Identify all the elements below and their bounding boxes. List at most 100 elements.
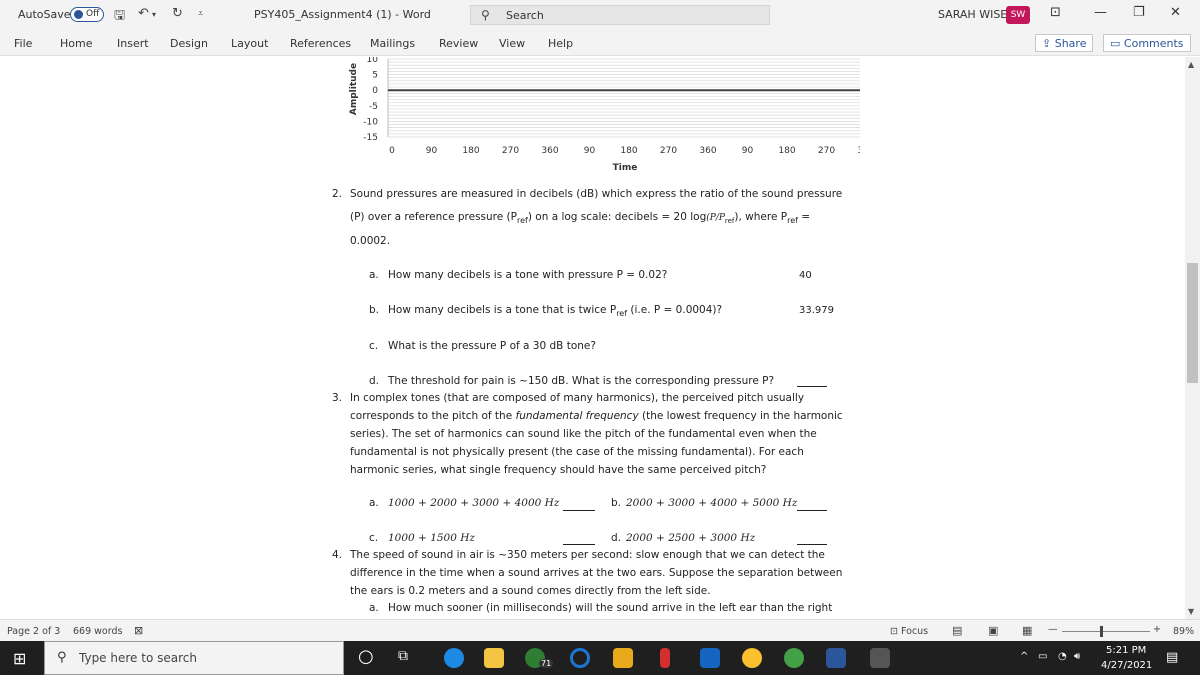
edge-icon[interactable] bbox=[444, 648, 464, 668]
windows-start-icon[interactable]: ⊞ bbox=[13, 649, 26, 668]
q4-line3: the ears is 0.2 meters and a sound comes… bbox=[350, 585, 711, 597]
qb-text2: (i.e. P = 0.0004)? bbox=[627, 304, 723, 316]
h-a-letter: a. bbox=[369, 497, 379, 509]
tab-help[interactable]: Help bbox=[548, 37, 573, 50]
undo-dropdown-icon[interactable]: ▾ bbox=[152, 10, 156, 19]
volume-icon[interactable]: 🔊︎ bbox=[1074, 651, 1080, 662]
minimize-icon[interactable]: — bbox=[1094, 5, 1107, 20]
amplitude-chart: 10 5 0 -5 -10 -15 0 90 180 270 360 90 180 270 360 90 180… bbox=[349, 57, 860, 173]
y-tick-label: -10 bbox=[363, 117, 378, 127]
proofing-icon[interactable]: ⊠ bbox=[134, 624, 143, 637]
restore-icon[interactable]: ❐ bbox=[1133, 5, 1145, 20]
redo-icon[interactable]: ↻ bbox=[172, 6, 183, 21]
tab-layout[interactable]: Layout bbox=[231, 37, 268, 50]
scroll-up-icon[interactable]: ▲ bbox=[1188, 60, 1194, 69]
tab-references[interactable]: References bbox=[290, 37, 351, 50]
q4-line1: The speed of sound in air is ~350 meters… bbox=[350, 549, 825, 561]
zoom-in-icon[interactable]: + bbox=[1153, 624, 1161, 635]
wifi-icon[interactable]: ◔ bbox=[1058, 651, 1067, 662]
qc-letter: c. bbox=[369, 340, 379, 352]
h-a-answer-blank[interactable] bbox=[563, 510, 595, 511]
battery-icon[interactable]: ▭ bbox=[1038, 651, 1047, 662]
print-layout-icon[interactable]: ▣ bbox=[988, 624, 998, 637]
qb-answer[interactable]: 33.979 bbox=[799, 305, 834, 316]
tab-file[interactable]: File bbox=[14, 37, 32, 50]
alert-app-icon[interactable] bbox=[784, 648, 804, 668]
y-tick-label: 10 bbox=[367, 57, 379, 65]
focus-icon: ⊡ bbox=[890, 626, 898, 637]
q2-line2g: ref bbox=[787, 216, 798, 226]
vertical-scrollbar[interactable]: ▲ ▼ bbox=[1185, 57, 1200, 619]
chrome-icon[interactable] bbox=[742, 648, 762, 668]
q2-line1: Sound pressures are measured in decibels… bbox=[350, 188, 843, 200]
taskbar-search[interactable]: ⚲ Type here to search bbox=[44, 641, 344, 675]
action-center-icon[interactable]: ▤ bbox=[1166, 650, 1178, 665]
comments-button[interactable]: ▭ Comments bbox=[1103, 34, 1191, 52]
h-d-answer-blank[interactable] bbox=[797, 544, 827, 545]
user-name[interactable]: SARAH WISE bbox=[938, 8, 1007, 21]
customize-toolbar-icon[interactable]: ⩡ bbox=[198, 9, 203, 19]
zoom-level[interactable]: 89% bbox=[1173, 626, 1194, 637]
photos-icon[interactable] bbox=[613, 648, 633, 668]
status-bar: Page 2 of 3 669 words ⊠ ⊡ Focus ▤ ▣ ▦ — … bbox=[0, 619, 1200, 641]
q2-number: 2. bbox=[332, 188, 343, 200]
qa-text: How many decibels is a tone with pressur… bbox=[388, 269, 668, 281]
qd-answer-blank[interactable] bbox=[797, 386, 827, 387]
x-tick-label: 180 bbox=[462, 146, 479, 156]
tab-home[interactable]: Home bbox=[60, 37, 92, 50]
word-icon[interactable] bbox=[826, 648, 846, 668]
avatar[interactable]: SW bbox=[1006, 6, 1030, 24]
ribbon-tabs: File Home Insert Design Layout Reference… bbox=[0, 30, 1200, 56]
close-icon[interactable]: ✕ bbox=[1170, 5, 1181, 20]
store-icon[interactable] bbox=[484, 648, 504, 668]
q3-line3: series). The set of harmonics can sound … bbox=[350, 428, 817, 440]
search-box[interactable]: ⚲ Search bbox=[470, 5, 770, 25]
x-tick-label: 180 bbox=[778, 146, 795, 156]
office-icon[interactable] bbox=[660, 648, 670, 668]
tab-mailings[interactable]: Mailings bbox=[370, 37, 415, 50]
x-tick-label: 270 bbox=[818, 146, 835, 156]
calculator-icon[interactable] bbox=[870, 648, 890, 668]
h-a-text: 1000 + 2000 + 3000 + 4000 Hz bbox=[388, 497, 560, 509]
share-button[interactable]: ⇪ Share bbox=[1035, 34, 1094, 52]
h-b-answer-blank[interactable] bbox=[797, 510, 827, 511]
task-view-icon[interactable]: ⧉ bbox=[398, 648, 408, 664]
undo-icon[interactable]: ↶ bbox=[138, 6, 149, 21]
ribbon-display-icon[interactable]: ⊡ bbox=[1050, 5, 1061, 20]
zoom-out-icon[interactable]: — bbox=[1048, 624, 1058, 635]
tab-insert[interactable]: Insert bbox=[117, 37, 149, 50]
web-layout-icon[interactable]: ▦ bbox=[1022, 624, 1032, 637]
notification-badge: 71 bbox=[539, 659, 554, 668]
save-icon[interactable]: 🖫 bbox=[114, 6, 125, 28]
q3-line2b: fundamental frequency bbox=[515, 410, 639, 422]
cortana-icon[interactable]: ○ bbox=[358, 646, 374, 667]
clock-time[interactable]: 5:21 PM bbox=[1106, 645, 1146, 656]
scrollbar-thumb[interactable] bbox=[1187, 263, 1198, 383]
autosave-toggle[interactable]: Off bbox=[70, 7, 104, 22]
tab-review[interactable]: Review bbox=[439, 37, 478, 50]
scroll-down-icon[interactable]: ▼ bbox=[1188, 607, 1194, 616]
document-page[interactable]: 10 5 0 -5 -10 -15 0 90 180 270 360 90 180 270 360 90 180… bbox=[0, 57, 1185, 619]
clock-date[interactable]: 4/27/2021 bbox=[1101, 660, 1152, 671]
q4a-letter: a. bbox=[369, 602, 379, 614]
tray-chevron-icon[interactable]: ^ bbox=[1020, 651, 1028, 662]
q2-line2f: ), where P bbox=[734, 211, 788, 223]
page-count[interactable]: Page 2 of 3 bbox=[7, 626, 60, 637]
tab-design[interactable]: Design bbox=[170, 37, 208, 50]
h-c-letter: c. bbox=[369, 532, 379, 544]
qa-answer[interactable]: 40 bbox=[799, 270, 812, 281]
y-tick-label: -5 bbox=[369, 102, 378, 112]
taskbar-search-icon: ⚲ bbox=[57, 650, 67, 665]
read-mode-icon[interactable]: ▤ bbox=[952, 624, 962, 637]
qd-text: The threshold for pain is ~150 dB. What … bbox=[388, 375, 775, 387]
l-app-icon[interactable] bbox=[700, 648, 720, 668]
h-c-answer-blank[interactable] bbox=[563, 544, 595, 545]
circle-app-icon[interactable] bbox=[570, 648, 590, 668]
autosave-state: Off bbox=[86, 9, 100, 19]
zoom-slider[interactable] bbox=[1062, 631, 1150, 632]
focus-button[interactable]: ⊡ Focus bbox=[890, 626, 928, 637]
zoom-slider-thumb[interactable] bbox=[1100, 626, 1103, 637]
word-count[interactable]: 669 words bbox=[73, 626, 122, 637]
tab-view[interactable]: View bbox=[499, 37, 525, 50]
x-tick-label: 90 bbox=[584, 146, 596, 156]
